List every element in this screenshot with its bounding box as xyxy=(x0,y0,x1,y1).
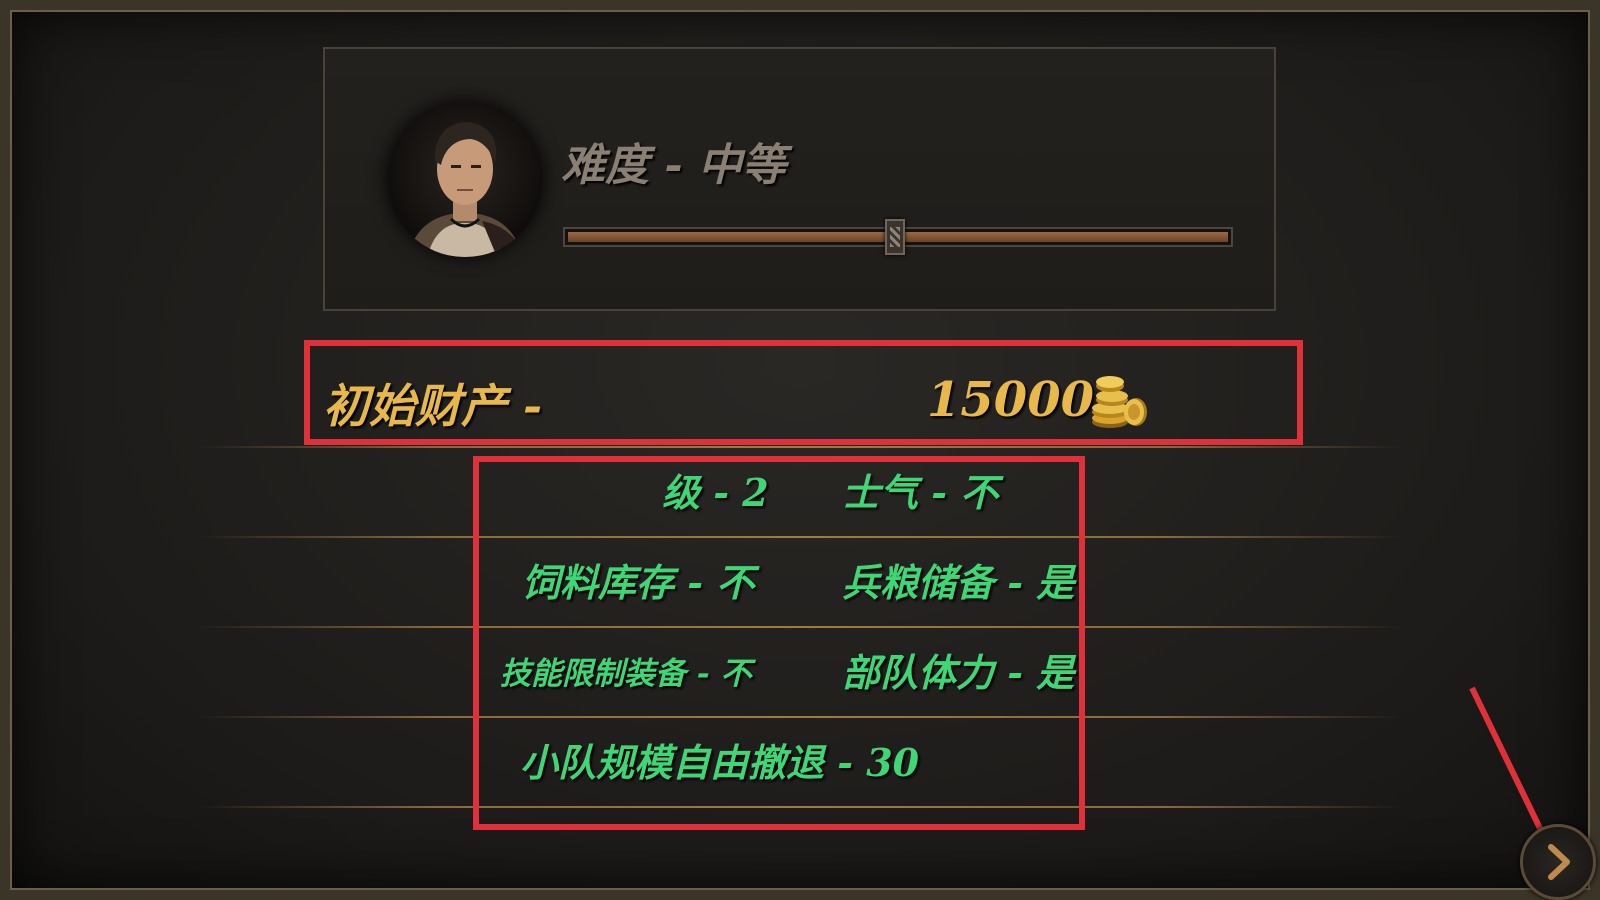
highlight-box-starting-wealth xyxy=(304,340,1303,445)
difficulty-panel: 难度 - 中等 xyxy=(323,47,1276,311)
difficulty-slider-thumb[interactable] xyxy=(885,219,905,255)
chevron-right-icon xyxy=(1548,844,1570,880)
highlight-box-options xyxy=(473,456,1085,830)
difficulty-label: 难度 - 中等 xyxy=(561,140,786,191)
row-divider xyxy=(200,446,1400,448)
character-portrait xyxy=(387,101,543,257)
next-button[interactable] xyxy=(1520,824,1596,900)
